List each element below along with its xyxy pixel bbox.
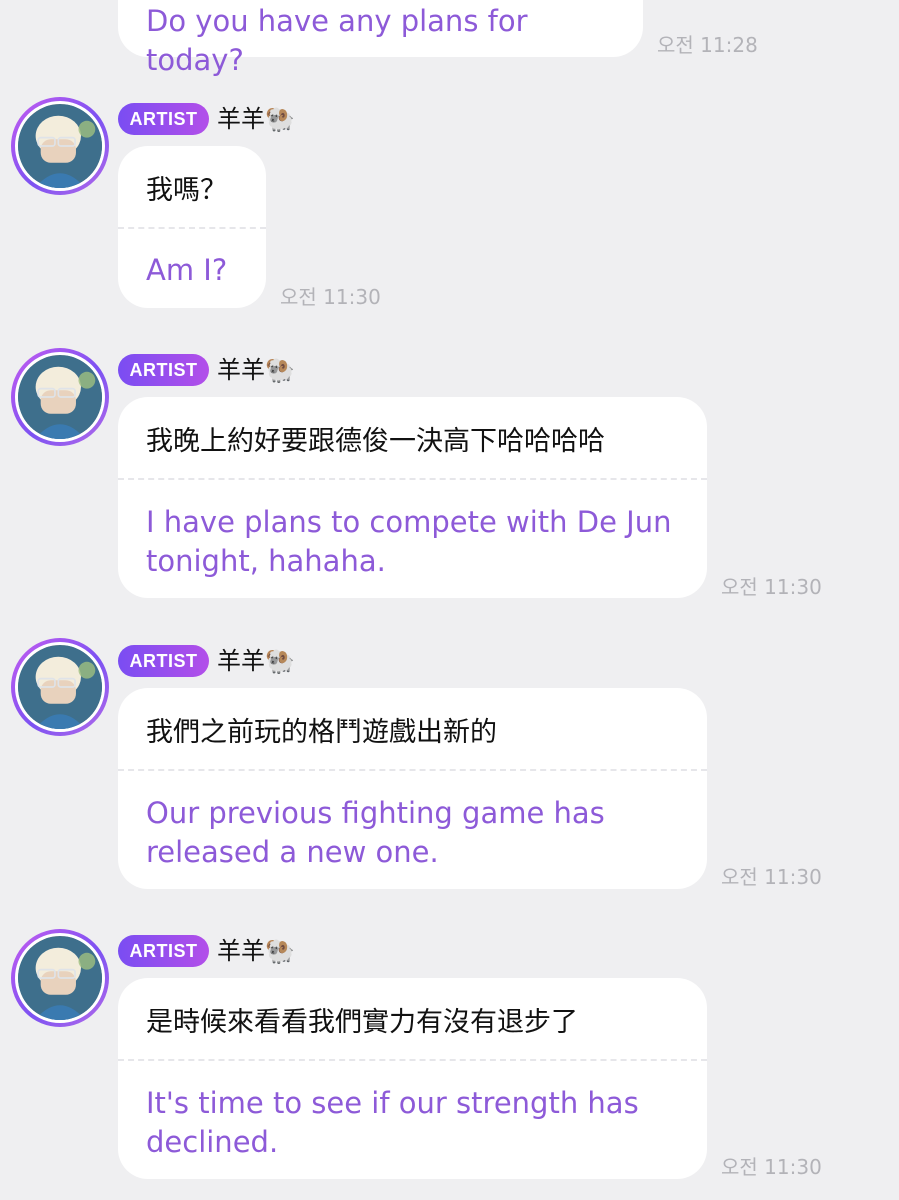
artist-badge: ARTIST [118, 645, 209, 677]
message-timestamp: 오전 11:28 [657, 33, 758, 57]
chat-thread[interactable]: Do you have any plans for today? 오전 11:2… [0, 0, 899, 1200]
message-bubble[interactable]: 我嗎？ Am I? [118, 146, 266, 308]
avatar-photo [15, 352, 105, 442]
artist-avatar[interactable] [11, 97, 109, 195]
artist-name: 羊羊🐏 [217, 105, 295, 133]
artist-avatar[interactable] [11, 348, 109, 446]
message-translation: I have plans to compete with De Jun toni… [146, 505, 672, 578]
message-original-text: 我晚上約好要跟德俊一決高下哈哈哈哈 [146, 426, 605, 457]
message-translation: Do you have any plans for today? [146, 4, 528, 77]
message-divider [118, 478, 707, 480]
message-timestamp: 오전 11:30 [721, 865, 822, 889]
message-divider [118, 769, 707, 771]
artist-avatar[interactable] [11, 638, 109, 736]
avatar-photo [15, 933, 105, 1023]
sender-row: ARTIST 羊羊🐏 [118, 935, 295, 967]
message-timestamp: 오전 11:30 [721, 575, 822, 599]
artist-name: 羊羊🐏 [217, 356, 295, 384]
avatar-illustration [18, 104, 102, 188]
sender-row: ARTIST 羊羊🐏 [118, 645, 295, 677]
sender-row: ARTIST 羊羊🐏 [118, 354, 295, 386]
sender-row: ARTIST 羊羊🐏 [118, 103, 295, 135]
message-translation: It's time to see if our strength has dec… [146, 1086, 639, 1159]
artist-name: 羊羊🐏 [217, 647, 295, 675]
message-original-text: 是時候來看看我們實力有沒有退步了 [146, 1007, 578, 1038]
avatar-illustration [18, 355, 102, 439]
message-bubble[interactable]: 是時候來看看我們實力有沒有退步了 It's time to see if our… [118, 978, 707, 1179]
message-bubble[interactable]: 我晚上約好要跟德俊一決高下哈哈哈哈 I have plans to compet… [118, 397, 707, 598]
message-divider [118, 227, 266, 229]
artist-badge: ARTIST [118, 935, 209, 967]
avatar-photo [15, 101, 105, 191]
message-bubble[interactable]: 我們之前玩的格鬥遊戲出新的 Our previous fighting game… [118, 688, 707, 889]
message-divider [118, 1059, 707, 1061]
message-bubble[interactable]: Do you have any plans for today? [118, 0, 643, 77]
avatar-photo [15, 642, 105, 732]
artist-badge: ARTIST [118, 103, 209, 135]
avatar-illustration [18, 645, 102, 729]
message-translation: Am I? [146, 253, 228, 287]
artist-badge: ARTIST [118, 354, 209, 386]
artist-name: 羊羊🐏 [217, 937, 295, 965]
message-timestamp: 오전 11:30 [721, 1155, 822, 1179]
message-original-text: 我們之前玩的格鬥遊戲出新的 [146, 717, 497, 748]
artist-avatar[interactable] [11, 929, 109, 1027]
avatar-illustration [18, 936, 102, 1020]
message-original-text: 我嗎？ [146, 175, 227, 206]
message-timestamp: 오전 11:30 [280, 285, 381, 309]
message-translation: Our previous fighting game has released … [146, 796, 605, 869]
